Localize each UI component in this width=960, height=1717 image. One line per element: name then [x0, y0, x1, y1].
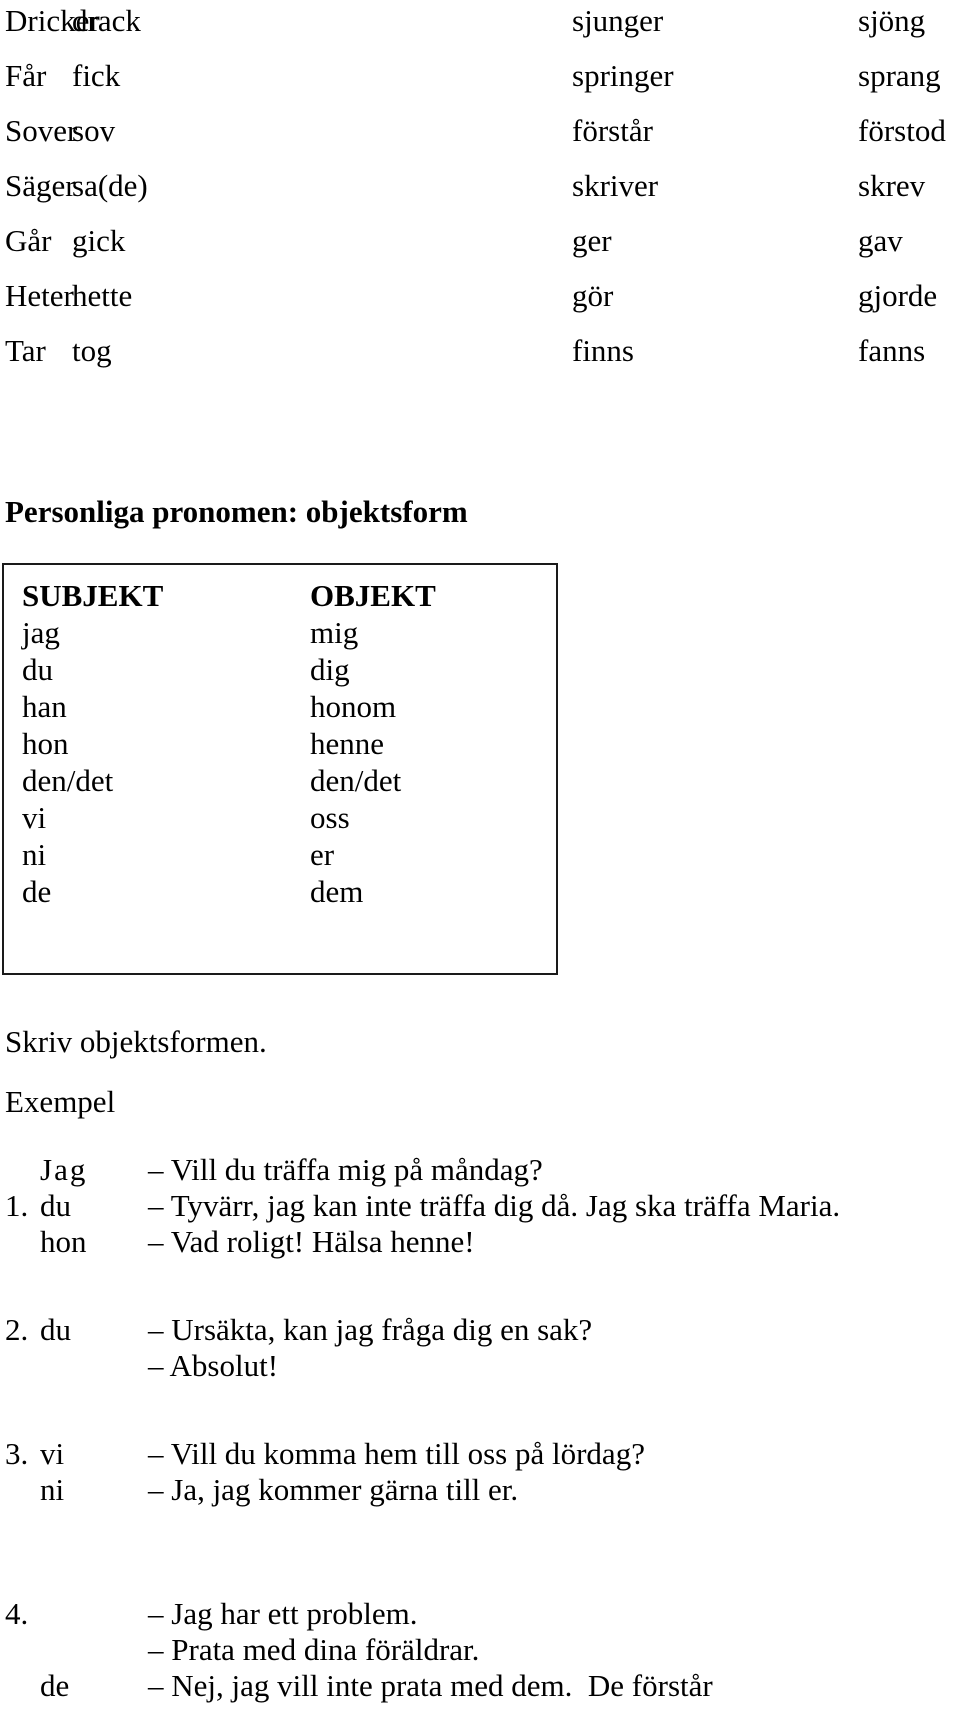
pronoun-subject: jag — [22, 615, 60, 650]
table-row: han honom — [4, 688, 556, 725]
exercise-pronoun-answer[interactable]: ni — [40, 1472, 64, 1508]
table-row: Får fick springer sprang — [0, 55, 960, 110]
example-label: Exempel — [5, 1084, 116, 1119]
table-row: Heter hette gör gjorde — [0, 275, 960, 330]
exercise-pronoun-answer[interactable]: du — [40, 1312, 71, 1348]
verb-present-2: skriver — [572, 168, 659, 203]
exercise-dialogue: – Absolut! — [148, 1348, 279, 1383]
table-row: Säger sa(de) skriver skrev — [0, 165, 960, 220]
exercise-pronoun-answer[interactable]: vi — [40, 1436, 64, 1472]
table-row: hon henne — [4, 725, 556, 762]
verb-present-2: gör — [572, 278, 614, 313]
exercise-line: 4. – Jag har ett problem. — [0, 1596, 960, 1632]
pronoun-subject: hon — [22, 726, 69, 761]
exercise-pronoun-answer[interactable]: hon — [40, 1224, 87, 1260]
exercise-dialogue: – Vill du komma hem till oss på lördag? — [148, 1436, 645, 1471]
verb-present-1: Tar — [5, 333, 46, 368]
pronoun-object: er — [310, 837, 335, 872]
table-row: de dem — [4, 873, 556, 910]
verb-present-1: Går — [5, 223, 52, 258]
table-row: vi oss — [4, 799, 556, 836]
exercise-line: – Absolut! — [0, 1348, 960, 1384]
verb-present-2: finns — [572, 333, 634, 368]
verb-present-2: springer — [572, 58, 674, 93]
exercise-pronoun-answer[interactable]: Jag — [40, 1152, 87, 1188]
table-row: den/det den/det — [4, 762, 556, 799]
exercise-line: – Prata med dina föräldrar. — [0, 1632, 960, 1668]
exercise-dialogue: – Vad roligt! Hälsa henne! — [148, 1224, 475, 1259]
table-row: ni er — [4, 836, 556, 873]
exercise-number: 1. — [5, 1188, 29, 1223]
table-row: Sover sov förstår förstod — [0, 110, 960, 165]
verb-past-2: gav — [858, 223, 903, 258]
table-row: Tar tog finns fanns — [0, 330, 960, 385]
verb-present-1: Säger — [5, 168, 76, 203]
pronoun-object: dig — [310, 652, 350, 687]
exercise-line: hon – Vad roligt! Hälsa henne! — [0, 1224, 960, 1260]
verb-conjugation-table: Dricker drack sjunger sjöng Får fick spr… — [0, 0, 960, 385]
pronoun-table-box: SUBJEKT OBJEKT jag mig du dig han honom … — [2, 563, 558, 975]
pronoun-header-row: SUBJEKT OBJEKT — [4, 577, 556, 614]
exercise-dialogue: – Ursäkta, kan jag fråga dig en sak? — [148, 1312, 593, 1347]
column-header-object: OBJEKT — [310, 578, 436, 613]
exercise-number: 2. — [5, 1312, 29, 1347]
verb-past-2: fanns — [858, 333, 926, 368]
exercise-line: 1. du – Tyvärr, jag kan inte träffa dig … — [0, 1188, 960, 1224]
pronoun-section-heading: Personliga pronomen: objektsform — [5, 494, 468, 529]
verb-past-1: sov — [72, 113, 116, 148]
verb-past-2: förstod — [858, 113, 946, 148]
verb-present-2: förstår — [572, 113, 653, 148]
exercise-number: 3. — [5, 1436, 29, 1471]
pronoun-object: henne — [310, 726, 385, 761]
verb-past-1: sa(de) — [72, 168, 148, 203]
verb-past-1: tog — [72, 333, 112, 368]
verb-present-2: ger — [572, 223, 612, 258]
table-row: Går gick ger gav — [0, 220, 960, 275]
exercise-line: ni – Ja, jag kommer gärna till er. — [0, 1472, 960, 1508]
pronoun-subject: vi — [22, 800, 47, 835]
verb-past-1: drack — [72, 3, 141, 38]
exercise-dialogue: – Nej, jag vill inte prata med dem. De f… — [148, 1668, 713, 1703]
pronoun-subject: de — [22, 874, 52, 909]
verb-past-1: fick — [72, 58, 121, 93]
verb-present-1: Sover — [5, 113, 78, 148]
exercise-dialogue: – Vill du träffa mig på måndag? — [148, 1152, 543, 1187]
pronoun-object: oss — [310, 800, 350, 835]
exercise-instruction: Skriv objektsformen. — [5, 1024, 267, 1059]
verb-present-2: sjunger — [572, 3, 664, 38]
exercise-number: 4. — [5, 1596, 29, 1631]
pronoun-object: mig — [310, 615, 359, 650]
pronoun-object: dem — [310, 874, 364, 909]
verb-past-1: hette — [72, 278, 133, 313]
exercise-dialogue: – Prata med dina föräldrar. — [148, 1632, 480, 1667]
verb-past-2: sjöng — [858, 3, 926, 38]
exercise-line: 2. du – Ursäkta, kan jag fråga dig en sa… — [0, 1312, 960, 1348]
column-header-subject: SUBJEKT — [22, 578, 164, 613]
verb-past-2: sprang — [858, 58, 941, 93]
pronoun-subject: han — [22, 689, 67, 724]
verb-present-1: Heter — [5, 278, 74, 313]
verb-present-1: Får — [5, 58, 47, 93]
exercise-dialogue: – Jag har ett problem. — [148, 1596, 418, 1631]
exercise-line: 3. vi – Vill du komma hem till oss på lö… — [0, 1436, 960, 1472]
table-row: jag mig — [4, 614, 556, 651]
exercise-dialogue: – Tyvärr, jag kan inte träffa dig då. Ja… — [148, 1188, 841, 1223]
verb-past-2: gjorde — [858, 278, 938, 313]
verb-past-1: gick — [72, 223, 126, 258]
exercise-line: Jag – Vill du träffa mig på måndag? — [0, 1152, 960, 1188]
table-row: du dig — [4, 651, 556, 688]
pronoun-subject: den/det — [22, 763, 114, 798]
exercise-pronoun-answer[interactable]: de — [40, 1668, 69, 1704]
exercise-pronoun-answer[interactable]: du — [40, 1188, 71, 1224]
pronoun-object: honom — [310, 689, 397, 724]
exercise-dialogue: – Ja, jag kommer gärna till er. — [148, 1472, 519, 1507]
document-page: Dricker drack sjunger sjöng Får fick spr… — [0, 0, 960, 1717]
pronoun-object: den/det — [310, 763, 402, 798]
pronoun-subject: du — [22, 652, 53, 687]
pronoun-subject: ni — [22, 837, 47, 872]
table-row: Dricker drack sjunger sjöng — [0, 0, 960, 55]
verb-past-2: skrev — [858, 168, 926, 203]
exercise-line: de – Nej, jag vill inte prata med dem. D… — [0, 1668, 960, 1704]
